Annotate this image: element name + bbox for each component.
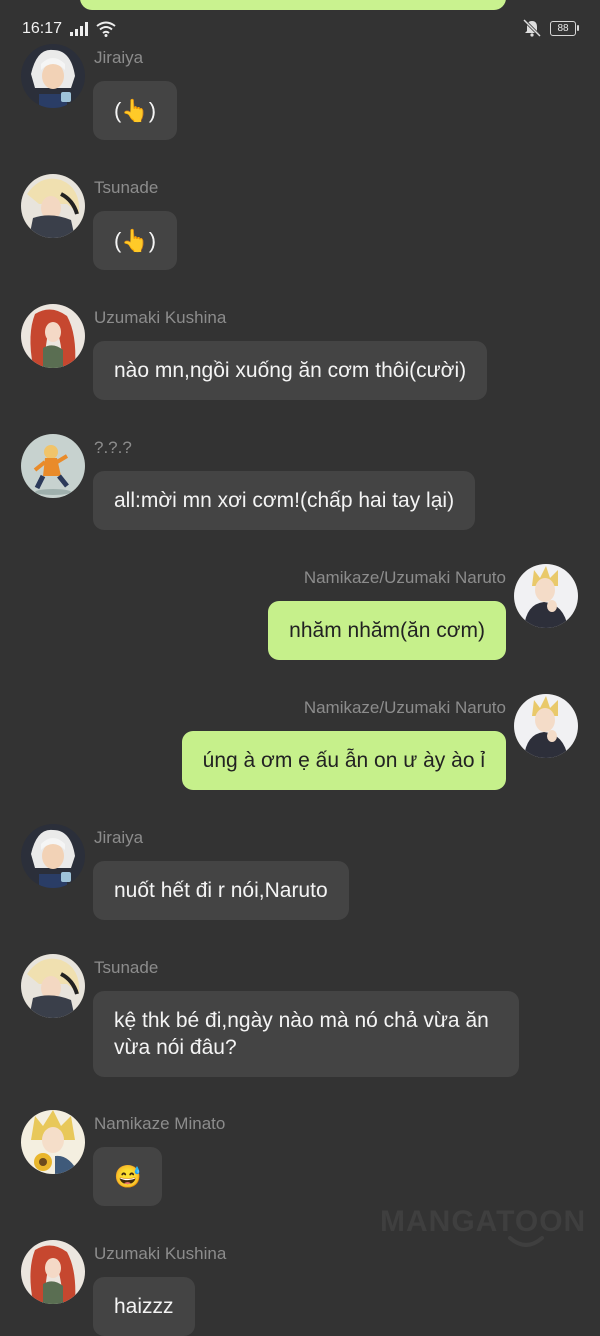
- avatar-jiraiya[interactable]: [21, 44, 85, 108]
- sender-name: Uzumaki Kushina: [94, 1244, 227, 1263]
- avatar-jiraiya[interactable]: [21, 824, 85, 888]
- message-bubble[interactable]: haizzz: [93, 1277, 195, 1336]
- message-bubble[interactable]: nào mn,ngồi xuống ăn cơm thôi(cười): [93, 341, 488, 400]
- mute-icon: [522, 19, 542, 37]
- battery-icon: 88: [550, 21, 576, 36]
- avatar-unknown[interactable]: [21, 434, 85, 498]
- message-bubble[interactable]: úng à ơm ẹ ấu ẫn on ư ày ào ỉ: [181, 731, 506, 790]
- message-bubble[interactable]: nuốt hết đi r nói,Naruto: [93, 861, 349, 920]
- sender-name: Namikaze Minato: [94, 1114, 226, 1133]
- avatar-minato[interactable]: [21, 1110, 85, 1174]
- avatar-kushina[interactable]: [21, 304, 85, 368]
- sender-name: ?.?.?: [94, 438, 132, 457]
- avatar-tsunade[interactable]: [21, 174, 85, 238]
- status-time: 16:17: [22, 20, 63, 37]
- message-bubble[interactable]: kệ thk bé đi,ngày nào mà nó chả vừa ăn v…: [93, 991, 519, 1077]
- avatar-naruto[interactable]: [514, 694, 578, 758]
- avatar-kushina[interactable]: [21, 1240, 85, 1304]
- sender-name: Jiraiya: [94, 48, 144, 67]
- watermark-smile-icon: [508, 1236, 544, 1247]
- sender-name: Namikaze/Uzumaki Naruto: [303, 568, 506, 587]
- sender-name: Uzumaki Kushina: [94, 308, 227, 327]
- avatar-naruto[interactable]: [514, 564, 578, 628]
- status-bar: 16:17 88: [0, 0, 600, 56]
- message-bubble[interactable]: nhăm nhăm(ăn cơm): [268, 601, 506, 660]
- message-bubble[interactable]: (👆): [93, 211, 178, 270]
- signal-icon: [70, 22, 88, 36]
- watermark: MANGATOON: [380, 1205, 587, 1238]
- message-bubble[interactable]: (👆): [93, 81, 178, 140]
- avatar-tsunade[interactable]: [21, 954, 85, 1018]
- message-bubble[interactable]: 😅: [93, 1147, 163, 1206]
- sender-name: Tsunade: [94, 178, 159, 197]
- sender-name: Jiraiya: [94, 828, 144, 847]
- battery-tip: [577, 25, 579, 31]
- wifi-icon: [96, 21, 116, 37]
- message-bubble[interactable]: all:mời mn xơi cơm!(chấp hai tay lại): [93, 471, 476, 530]
- sender-name: Namikaze/Uzumaki Naruto: [303, 698, 506, 717]
- sender-name: Tsunade: [94, 958, 159, 977]
